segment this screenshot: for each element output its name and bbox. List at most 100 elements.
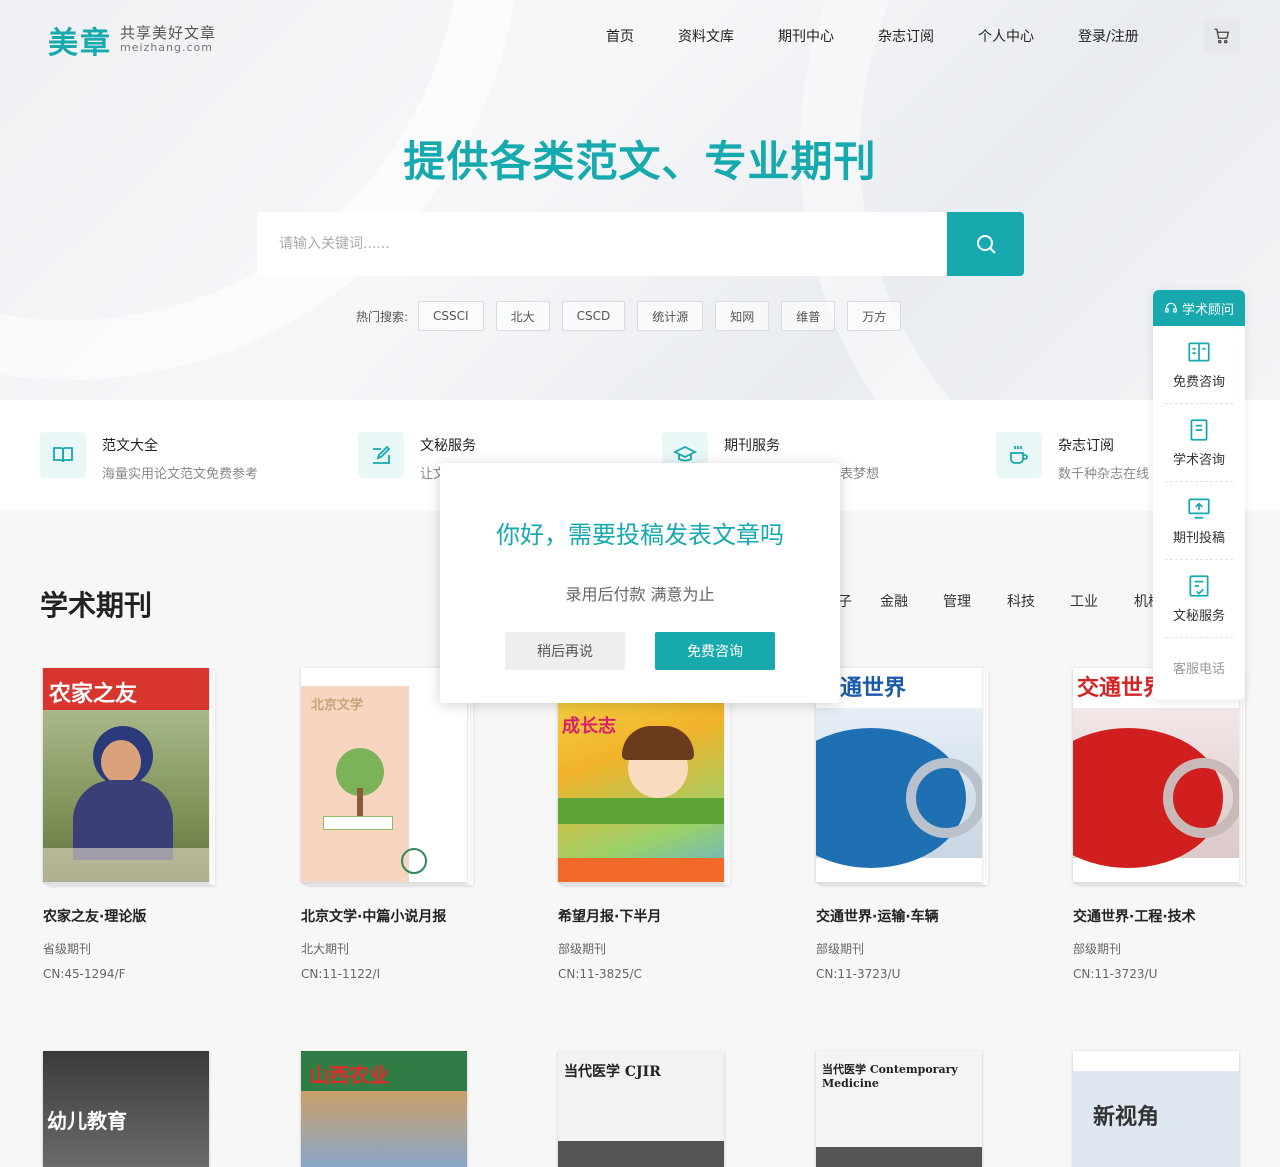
side-submit-journal[interactable]: 期刊投稿 (1165, 482, 1233, 560)
journal-card[interactable]: 交通世界 交通世界·工程·技术 部级期刊 CN:11-3723/U (1073, 668, 1280, 981)
headset-icon (1165, 302, 1177, 313)
hot-tag[interactable]: 知网 (715, 301, 770, 331)
hot-tag[interactable]: 维普 (781, 301, 836, 331)
service-essays[interactable]: 范文大全 海量实用论文范文免费参考 (40, 432, 258, 482)
book-open-icon (1188, 342, 1210, 362)
category-tab[interactable]: 工业 (1070, 591, 1098, 611)
free-consult-button[interactable]: 免费咨询 (655, 632, 775, 670)
journal-level: 部级期刊 (1073, 942, 1122, 956)
hot-tag[interactable]: 万方 (847, 301, 902, 331)
side-secretary-service[interactable]: 文秘服务 (1165, 560, 1233, 638)
cover-title: 山西农业 (309, 1063, 389, 1087)
search-button[interactable] (947, 212, 1024, 276)
document-icon (1190, 419, 1208, 441)
service-desc: 海量实用论文范文免费参考 (102, 467, 259, 482)
side-item-label: 期刊投稿 (1172, 531, 1225, 546)
side-hotline[interactable]: 客服电话 (1153, 638, 1245, 696)
search-icon (976, 235, 996, 254)
journal-card[interactable]: 幼儿教育 (43, 1051, 253, 1167)
modal-title: 你好，需要投稿发表文章吗 (496, 521, 784, 549)
search-input[interactable] (257, 212, 947, 276)
service-desc: 数千种杂志在线 (1058, 467, 1150, 482)
cover-title: 成长志 (562, 716, 616, 737)
service-subscribe[interactable]: 杂志订阅 数千种杂志在线 (996, 432, 1149, 482)
nav-login-register[interactable]: 登录/注册 (1078, 26, 1139, 46)
nav-magazine-subscribe[interactable]: 杂志订阅 (878, 26, 934, 46)
advisor-side-panel: 学术顾问 免费咨询 学术咨询 期刊投稿 文秘服务 客服电话 (1153, 290, 1245, 700)
journal-cover[interactable]: 新视角 (1073, 1051, 1239, 1167)
journal-cn: CN:11-1122/I (301, 967, 381, 981)
cover-title: 交通世界 (1077, 676, 1166, 701)
logo-main-text: 美章 (48, 26, 112, 61)
cover-title: 北京文学 (311, 698, 364, 713)
hot-tag[interactable]: 统计源 (637, 301, 704, 331)
journal-card[interactable]: 山西农业 (301, 1051, 511, 1167)
journal-card[interactable]: 当代医学 CJIR (558, 1051, 768, 1167)
category-tab[interactable]: 科技 (1007, 591, 1035, 611)
side-panel-title: 学术顾问 (1181, 302, 1234, 318)
side-item-label: 文秘服务 (1172, 609, 1225, 624)
later-button[interactable]: 稍后再说 (505, 632, 625, 670)
category-tab[interactable]: 金融 (880, 591, 908, 611)
journal-cover[interactable]: 农家之友 (43, 668, 215, 885)
hot-search: 热门搜索: CSSCI 北大 CSCD 统计源 知网 维普 万方 (356, 301, 913, 331)
journal-name[interactable]: 交通世界·运输·车辆 (816, 906, 1026, 926)
main-nav: 首页 资料文库 期刊中心 杂志订阅 个人中心 登录/注册 (606, 26, 1183, 46)
journal-level: 部级期刊 (558, 942, 607, 956)
side-item-label: 免费咨询 (1172, 375, 1225, 390)
hot-search-label: 热门搜索: (356, 309, 409, 324)
hot-tag[interactable]: 北大 (495, 301, 550, 331)
category-tab[interactable]: 管理 (943, 591, 971, 611)
journal-card[interactable]: 当代医学 Contemporary Medicine (816, 1051, 1026, 1167)
cart-button[interactable] (1204, 18, 1240, 54)
journal-name[interactable]: 农家之友·理论版 (43, 906, 253, 926)
journal-cover[interactable]: 交通世界 (816, 668, 988, 885)
side-academic-consult[interactable]: 学术咨询 (1165, 404, 1233, 482)
modal-subtitle: 录用后付款 满意为止 (565, 585, 715, 604)
cart-icon (1214, 28, 1230, 44)
journal-cover[interactable]: 当代医学 Contemporary Medicine (816, 1051, 982, 1167)
coffee-cup-icon (996, 432, 1042, 478)
category-partial: 子 (838, 594, 852, 610)
journal-cover[interactable]: 当代医学 CJIR (558, 1051, 724, 1167)
journal-card[interactable]: 农家之友 农家之友·理论版 省级期刊 CN:45-1294/F (43, 668, 253, 981)
journal-cover[interactable]: 幼儿教育 (43, 1051, 209, 1167)
journal-cn: CN:11-3825/C (558, 967, 642, 981)
journal-card[interactable]: 北京文学 北京文学·中篇小说月报 北大期刊 CN:11-1122/I (301, 668, 511, 981)
section-title: 学术期刊 (40, 589, 153, 622)
cover-title: 幼儿教育 (47, 1109, 127, 1133)
logo-sub: 共享美好文章 meizhang.com (120, 26, 216, 54)
journal-cn: CN:45-1294/F (43, 967, 126, 981)
checklist-icon (1189, 575, 1209, 597)
search-bar (257, 212, 1024, 276)
nav-home[interactable]: 首页 (606, 26, 634, 46)
hot-tag[interactable]: CSSCI (418, 301, 484, 331)
journal-cn: CN:11-3723/U (816, 967, 901, 981)
side-free-consult[interactable]: 免费咨询 (1165, 326, 1233, 404)
journal-card[interactable]: 成长志 希望月报·下半月 部级期刊 CN:11-3825/C (558, 668, 768, 981)
journal-cover[interactable]: 交通世界 (1073, 668, 1245, 885)
journal-card[interactable]: 新视角 (1073, 1051, 1280, 1167)
journal-name[interactable]: 北京文学·中篇小说月报 (301, 906, 511, 926)
site-logo[interactable]: 美章 共享美好文章 meizhang.com (48, 18, 216, 62)
submission-modal: 你好，需要投稿发表文章吗 录用后付款 满意为止 稍后再说 免费咨询 (440, 463, 840, 703)
side-panel-header[interactable]: 学术顾问 (1153, 290, 1245, 326)
journal-cn: CN:11-3723/U (1073, 967, 1158, 981)
journal-name[interactable]: 交通世界·工程·技术 (1073, 906, 1280, 926)
service-title: 文秘服务 (420, 438, 476, 454)
hero-headline: 提供各类范文、专业期刊 (403, 137, 877, 186)
nav-personal-center[interactable]: 个人中心 (978, 26, 1034, 46)
nav-journal-center[interactable]: 期刊中心 (778, 26, 834, 46)
hot-tag[interactable]: CSCD (561, 301, 626, 331)
cover-title: 新视角 (1093, 1104, 1160, 1130)
journal-level: 北大期刊 (301, 942, 350, 956)
journal-level: 省级期刊 (43, 942, 92, 956)
service-title: 范文大全 (102, 438, 158, 454)
journal-name[interactable]: 希望月报·下半月 (558, 906, 768, 926)
cover-title: 当代医学 CJIR (564, 1064, 661, 1080)
journal-card[interactable]: 交通世界 交通世界·运输·车辆 部级期刊 CN:11-3723/U (816, 668, 1026, 981)
nav-library[interactable]: 资料文库 (678, 26, 734, 46)
journal-level: 部级期刊 (816, 942, 865, 956)
journal-cover[interactable]: 山西农业 (301, 1051, 467, 1167)
service-title: 期刊服务 (724, 438, 780, 454)
